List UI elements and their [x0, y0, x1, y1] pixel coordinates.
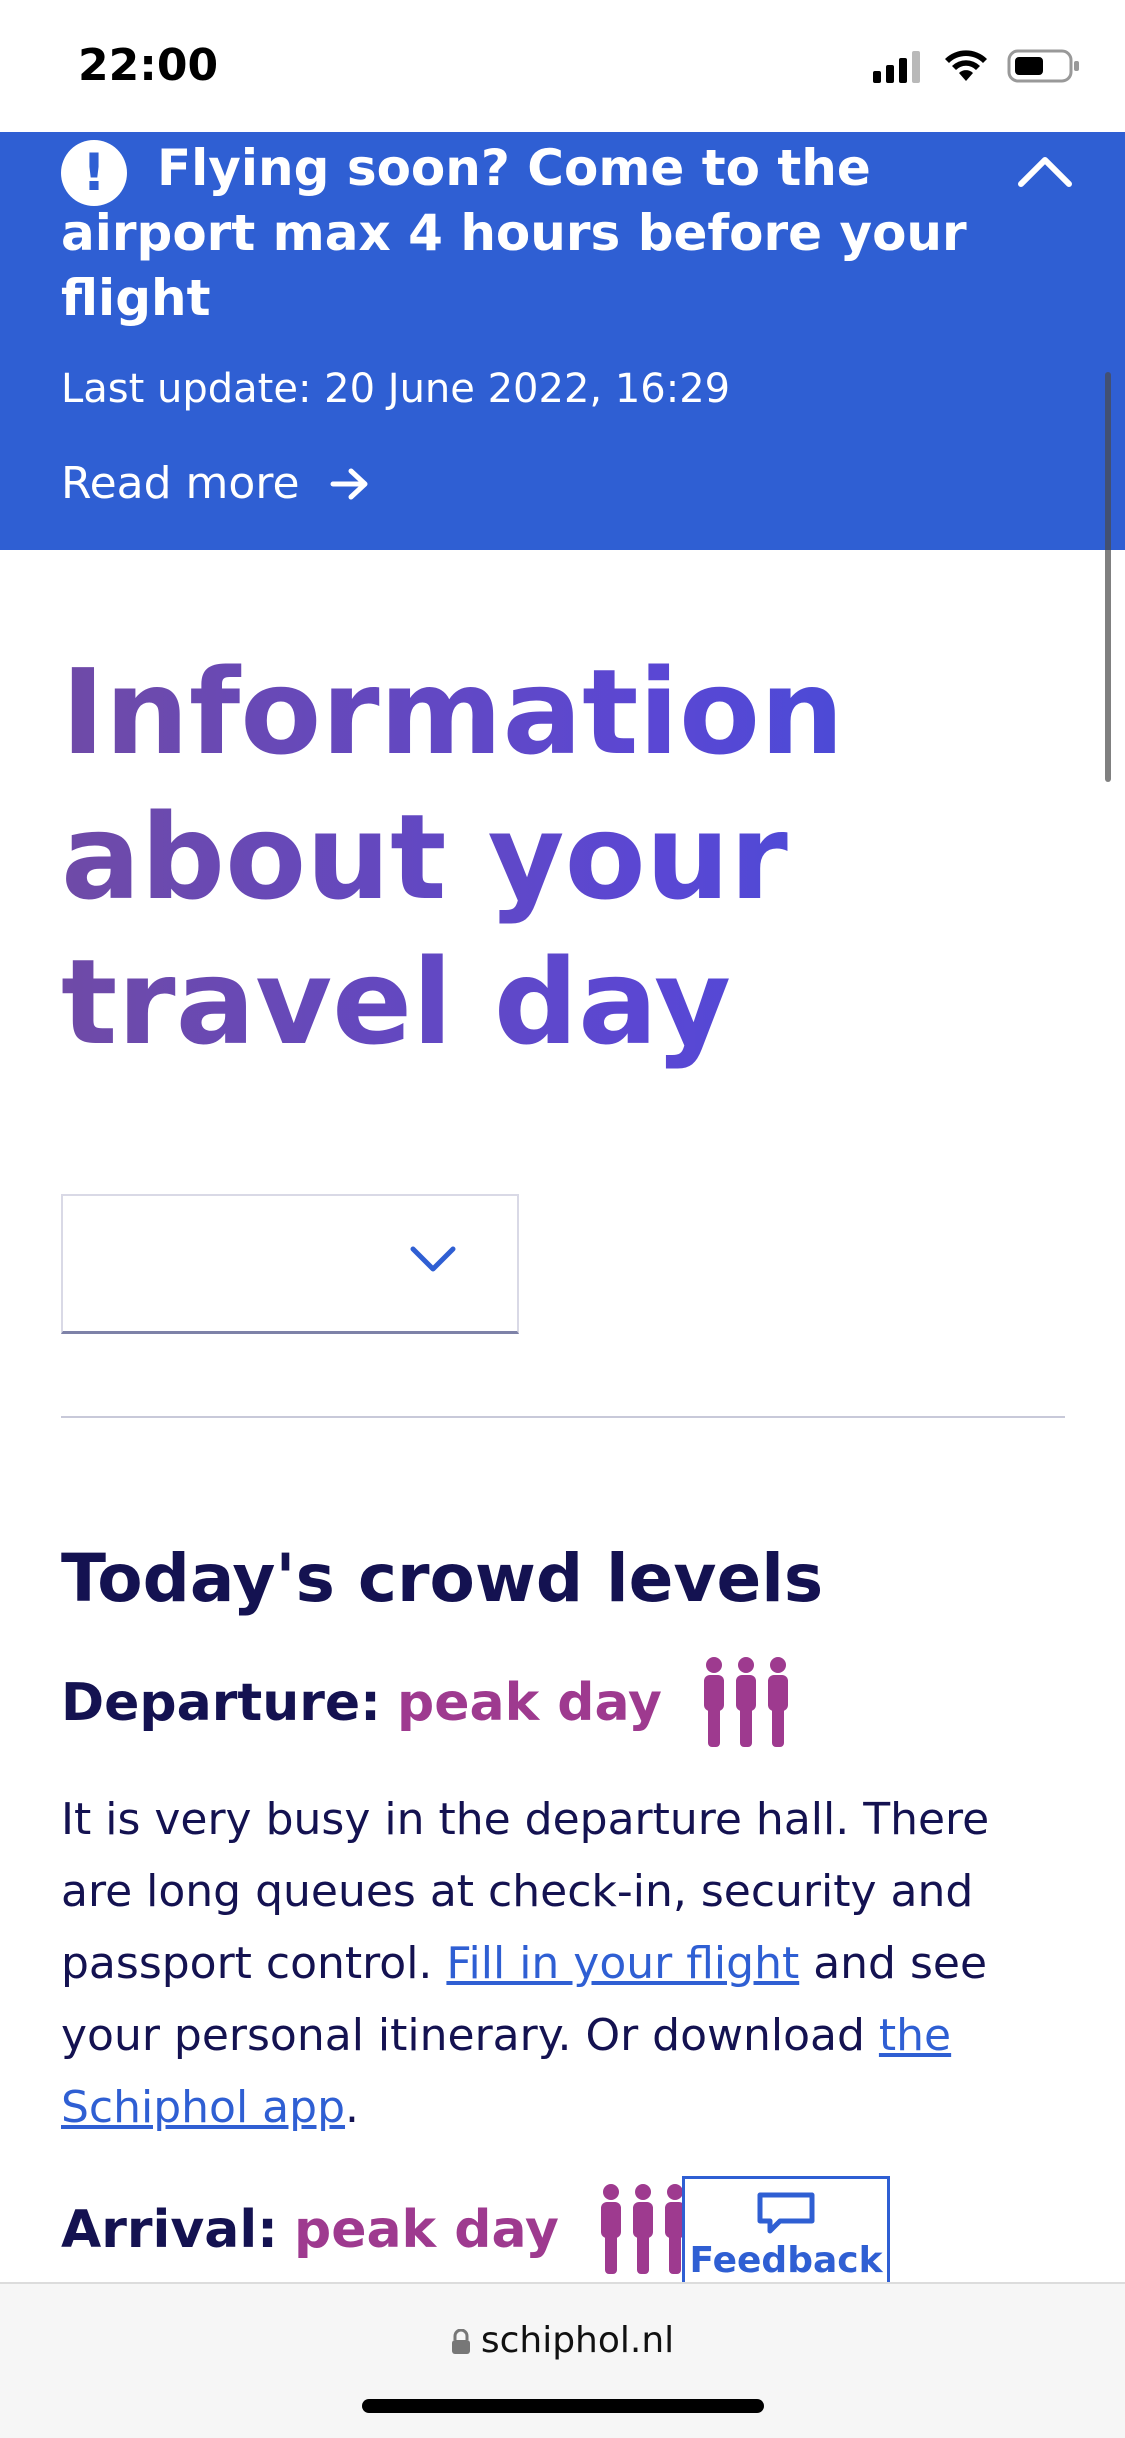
- banner-last-update: Last update: 20 June 2022, 16:29: [61, 366, 731, 412]
- status-time: 22:00: [78, 40, 219, 91]
- arrival-level-value: peak day: [293, 2200, 559, 2260]
- chevron-up-icon[interactable]: [1015, 150, 1075, 190]
- crowd-levels-heading: Today's crowd levels: [61, 1540, 824, 1617]
- browser-address-bar[interactable]: schiphol.nl: [0, 2282, 1125, 2438]
- page-title: Information about your travel day: [61, 640, 1061, 1075]
- crowd-people-icon: [703, 1657, 788, 1747]
- departure-label: Departure:: [61, 1673, 381, 1733]
- arrival-label: Arrival:: [61, 2200, 278, 2260]
- banner-title: Flying soon? Come to the airport max 4 h…: [61, 139, 967, 327]
- description-text-3: .: [345, 2082, 360, 2133]
- section-divider: [61, 1416, 1065, 1418]
- read-more-link[interactable]: Read more: [61, 458, 370, 509]
- date-select[interactable]: [61, 1194, 519, 1334]
- departure-description: It is very busy in the departure hall. T…: [61, 1784, 1071, 2144]
- departure-crowd-level: Departure: peak day: [61, 1655, 794, 1751]
- url-text: schiphol.nl: [480, 2320, 675, 2361]
- lock-icon: [451, 2328, 470, 2354]
- url-display[interactable]: schiphol.nl: [0, 2320, 1125, 2361]
- status-icons: [873, 48, 1081, 84]
- chevron-down-icon: [410, 1246, 456, 1272]
- status-bar: 22:00: [0, 0, 1125, 132]
- arrival-crowd-level: Arrival: peak day: [61, 2182, 691, 2278]
- arrow-right-icon: [330, 468, 368, 499]
- fill-in-flight-link[interactable]: Fill in your flight: [446, 1938, 799, 1989]
- scrollbar[interactable]: [1105, 372, 1111, 782]
- speech-bubble-icon: [757, 2192, 815, 2234]
- wifi-icon: [945, 50, 987, 81]
- crowd-people-icon: [600, 2184, 685, 2274]
- feedback-label: Feedback: [689, 2240, 883, 2281]
- home-indicator: [362, 2399, 764, 2413]
- feedback-button[interactable]: Feedback: [682, 2176, 890, 2294]
- cellular-signal-icon: [873, 51, 920, 83]
- battery-icon: [1007, 49, 1079, 83]
- departure-level-value: peak day: [396, 1673, 662, 1733]
- read-more-label: Read more: [61, 458, 300, 509]
